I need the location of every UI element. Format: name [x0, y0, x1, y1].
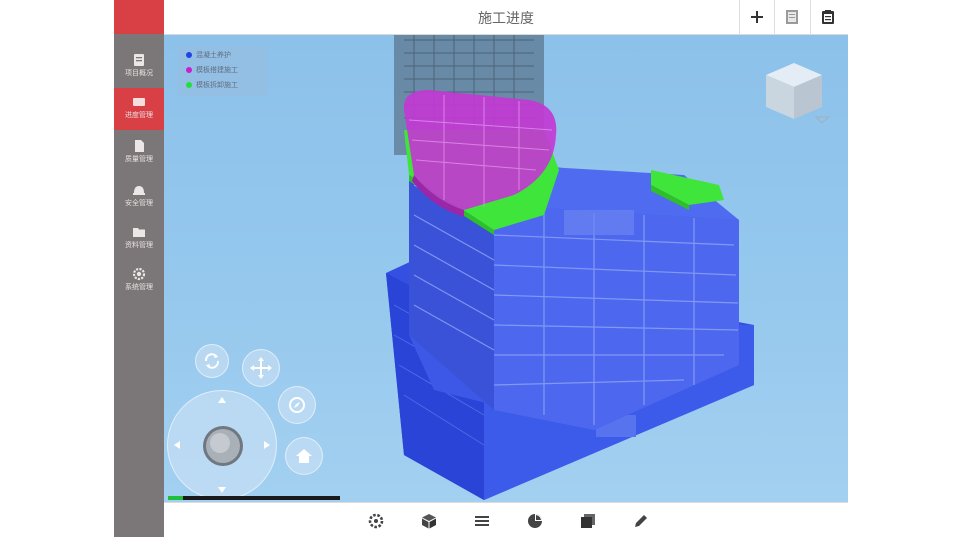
view-cube: [766, 63, 831, 124]
list-button[interactable]: [467, 503, 497, 537]
add-button[interactable]: [739, 0, 774, 34]
joystick-pad: [174, 397, 270, 493]
sidebar-item-progress[interactable]: 进度管理: [114, 88, 164, 130]
model-view-button[interactable]: [414, 503, 444, 537]
legend-item: 模板拆卸施工: [186, 80, 238, 94]
app-window: 项目概况 进度管理 质量管理 安全管理 资料管理 系统管理 施工进度 混凝土养护…: [114, 0, 848, 537]
pie-chart-icon: [528, 514, 542, 528]
sidebar: 项目概况 进度管理 质量管理 安全管理 资料管理 系统管理: [114, 0, 164, 537]
file-icon: [135, 140, 144, 152]
sidebar-item-label: 资料管理: [125, 241, 153, 249]
statistics-button[interactable]: [520, 503, 550, 537]
doc-icon: [134, 54, 144, 66]
compass-icon: [289, 397, 305, 413]
layers-button[interactable]: [573, 503, 603, 537]
sidebar-item-label: 进度管理: [125, 111, 153, 119]
settings-button[interactable]: [361, 503, 391, 537]
home-button[interactable]: [285, 437, 323, 475]
rotate-icon: [204, 353, 220, 369]
sidebar-item-overview[interactable]: 项目概况: [114, 46, 164, 88]
legend-swatch: [186, 52, 192, 58]
clipboard-button[interactable]: [810, 0, 845, 34]
cube-icon: [422, 514, 436, 529]
bottom-toolbar: [164, 502, 848, 537]
sidebar-item-safety[interactable]: 安全管理: [114, 176, 164, 218]
folder-icon: [133, 228, 145, 237]
compass-button[interactable]: [278, 386, 316, 424]
sidebar-item-label: 项目概况: [125, 69, 153, 77]
model-viewport[interactable]: 混凝土养护 模板搭建施工 模板拆卸施工: [164, 35, 848, 502]
legend-item: 模板搭建施工: [186, 65, 238, 79]
legend: 混凝土养护 模板搭建施工 模板拆卸施工: [178, 46, 268, 96]
sidebar-item-documents[interactable]: 资料管理: [114, 218, 164, 260]
load-progress-bar: [168, 496, 340, 500]
legend-swatch: [186, 82, 192, 88]
home-icon: [296, 449, 312, 463]
sidebar-item-label: 质量管理: [125, 155, 153, 163]
top-bar: 施工进度: [164, 0, 848, 35]
sidebar-item-quality[interactable]: 质量管理: [114, 132, 164, 174]
sidebar-item-label: 系统管理: [125, 283, 153, 291]
plus-icon: [751, 11, 763, 23]
annotate-button[interactable]: [626, 503, 656, 537]
gear-icon: [132, 267, 146, 281]
legend-item: 混凝土养护: [186, 50, 231, 64]
panel-button[interactable]: [774, 0, 809, 34]
progress-fill: [168, 496, 184, 500]
card-icon: [133, 98, 145, 106]
rotate-button[interactable]: [195, 344, 229, 378]
list-icon: [475, 516, 489, 526]
panel-icon: [786, 10, 798, 24]
joystick[interactable]: [167, 390, 277, 500]
gear-icon: [368, 513, 384, 529]
pan-button[interactable]: [242, 349, 280, 387]
clipboard-icon: [822, 10, 834, 24]
layers-icon: [581, 514, 595, 528]
sidebar-item-system[interactable]: 系统管理: [114, 260, 164, 302]
app-logo: [114, 0, 164, 34]
pencil-icon: [635, 515, 647, 527]
helmet-icon: [133, 186, 145, 195]
move-icon: [250, 357, 272, 379]
legend-swatch: [186, 67, 192, 73]
sidebar-item-label: 安全管理: [125, 199, 153, 207]
